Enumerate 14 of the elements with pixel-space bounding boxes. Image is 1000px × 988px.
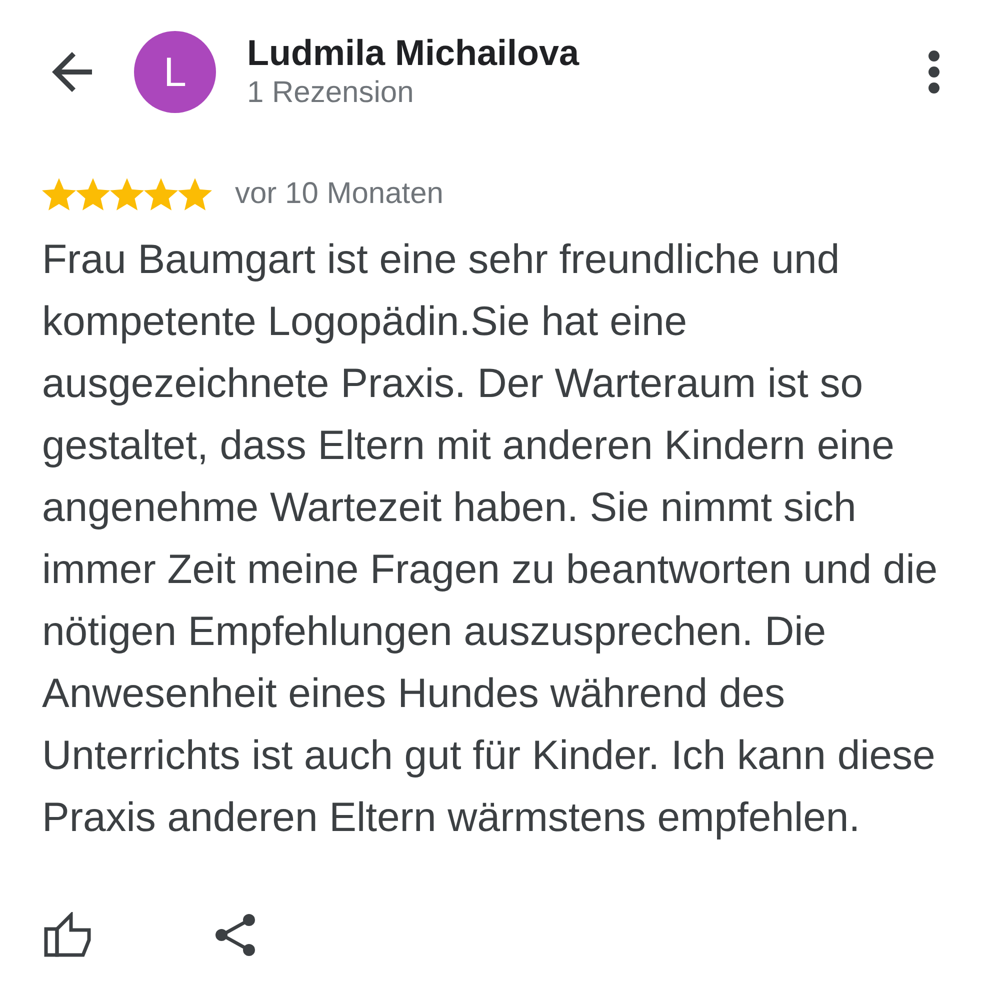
- share-icon: [215, 913, 255, 957]
- avatar: L: [134, 31, 216, 113]
- review-text: Frau Baumgart ist eine sehr freundliche und kompetente Logopädin.Sie hat eine ausgezeichnete Praxis. Der Warteraum ist so gestaltet, dass Eltern mit anderen Kindern eine angenehme Wartezeit haben. Sie nimmt sich immer Zeit meine Fragen zu beantworten und die nötigen Empfehlungen auszusprechen. Die Anwesenheit eines Hundes während des Unterrichts ist auch gut für Kinder. Ich kann diese Praxis anderen Eltern wärmstens empfehlen.: [42, 235, 939, 842]
- star-icon: [110, 178, 144, 210]
- star-icon: [76, 178, 110, 210]
- thumbs-up-icon: [44, 912, 92, 958]
- star-icon: [42, 178, 76, 210]
- back-arrow-icon: [52, 52, 92, 92]
- more-options-icon: [928, 50, 940, 94]
- star-icon: [178, 178, 212, 210]
- review-time: vor 10 Monaten: [235, 176, 444, 212]
- star-icon: [144, 178, 178, 210]
- review-count: 1 Rezension: [247, 75, 415, 111]
- reviewer-name: Ludmila Michailova: [247, 32, 580, 74]
